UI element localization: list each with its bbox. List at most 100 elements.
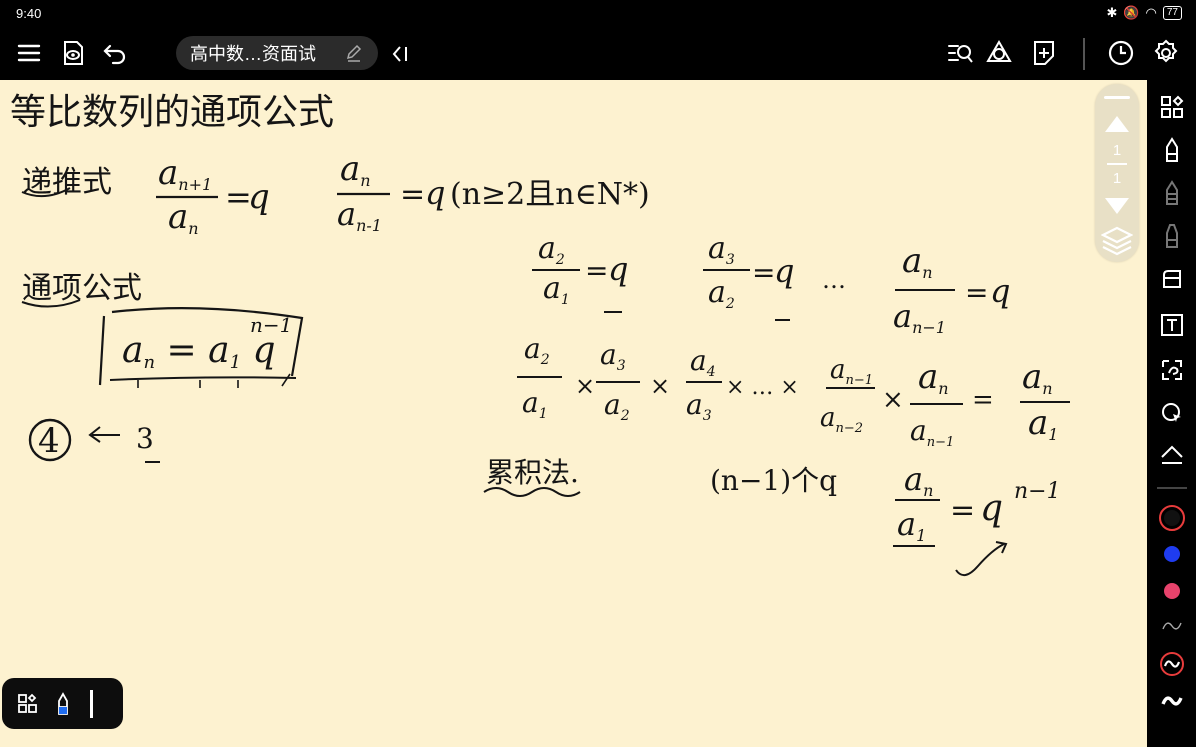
formula-q: q [990, 272, 1010, 310]
formula-part: an [340, 149, 371, 190]
note-canvas[interactable]: 等比数列的通项公式 递推式 an+1 an = q an an-1 = q (n… [0, 80, 1147, 747]
formula-part: × [575, 372, 595, 400]
formula-part: = [950, 493, 975, 528]
ratio-a3: a3 [708, 231, 735, 268]
product-term: an−1 [830, 355, 873, 388]
undo-icon[interactable] [98, 36, 132, 70]
product-term: a3 [686, 388, 712, 424]
formula-part: = [400, 177, 425, 212]
battery-icon: 77 [1162, 6, 1182, 20]
product-term: an−1 [910, 414, 954, 450]
collapse-icon[interactable] [388, 42, 412, 66]
product-term: an [918, 357, 949, 398]
final-exponent: n−1 [1014, 479, 1061, 504]
formula-part: = [965, 276, 988, 309]
product-term: an−2 [820, 403, 863, 436]
ratio-a1: a1 [543, 271, 570, 308]
current-page: 1 [1112, 142, 1122, 159]
color-pink[interactable] [1157, 576, 1187, 606]
ratio-a2: a2 [538, 231, 565, 268]
ellipsis-text: … [822, 266, 846, 294]
page-down-icon[interactable] [1103, 194, 1131, 218]
lasso-icon[interactable] [1157, 355, 1187, 385]
final-an: an [904, 460, 933, 500]
product-result: a1 [1028, 403, 1058, 444]
text-icon[interactable] [1157, 310, 1187, 340]
medium-stroke-icon[interactable] [1157, 649, 1187, 679]
product-term: a2 [524, 332, 550, 368]
sidebar-divider [1157, 487, 1187, 489]
ratio-an: an [902, 241, 933, 282]
formula-part: = [752, 256, 775, 289]
formula-q: q [980, 488, 1003, 529]
total-pages: 1 [1112, 170, 1122, 187]
top-toolbar: 高中数…资面试 [0, 28, 1196, 80]
color-blue[interactable] [1157, 539, 1187, 569]
settings-icon[interactable] [1149, 36, 1183, 70]
formula-part: × … × [726, 375, 799, 400]
pen-icon[interactable] [50, 690, 76, 716]
product-result: an [1022, 357, 1053, 398]
thin-stroke-icon[interactable] [1157, 611, 1187, 641]
formula-part: = [585, 254, 608, 287]
product-term: a4 [690, 344, 716, 380]
arrow-value: 3 [136, 422, 154, 455]
formula-q: q [248, 177, 270, 217]
product-term: a3 [600, 338, 626, 374]
eraser-icon[interactable] [1157, 264, 1187, 294]
handwritten-notes: 等比数列的通项公式 递推式 an+1 an = q an an-1 = q (n… [10, 92, 1070, 577]
note-title: 等比数列的通项公式 [10, 92, 334, 133]
count-note: (n−1)个q [710, 464, 837, 497]
toolbar-divider [1083, 38, 1085, 70]
cumulative-label: 累积法. [486, 456, 579, 489]
marker-icon[interactable] [1157, 221, 1187, 251]
search-list-icon[interactable] [943, 36, 977, 70]
shapes-icon[interactable] [982, 36, 1016, 70]
final-a1: a1 [897, 505, 926, 545]
status-icons: ✱ 🔕 ◠ 77 [1106, 5, 1182, 21]
drag-handle[interactable] [1104, 96, 1130, 99]
cursor-icon [90, 690, 93, 718]
formula-part: an+1 [158, 153, 212, 194]
read-mode-icon[interactable] [56, 36, 90, 70]
mini-tool-panel[interactable] [2, 678, 123, 729]
history-icon[interactable] [1104, 36, 1138, 70]
status-bar: 9:40 ✱ 🔕 ◠ 77 [0, 0, 1196, 28]
product-term: a1 [522, 386, 548, 422]
document-title: 高中数…资面试 [190, 44, 316, 64]
formula-part: an-1 [337, 195, 382, 235]
status-time: 9:40 [16, 6, 42, 21]
condition-text: (n≥2且n∈N*) [450, 177, 650, 212]
ratio-an-1: an−1 [893, 297, 946, 337]
document-title-pill[interactable]: 高中数…资面试 [176, 36, 378, 70]
circled-number: 4 [38, 421, 60, 461]
layers-icon[interactable] [1101, 224, 1133, 256]
general-term-label: 通项公式 [22, 271, 142, 306]
ratio-a2: a2 [708, 275, 735, 312]
pencil-icon[interactable] [1157, 178, 1187, 208]
thick-stroke-icon[interactable] [1157, 686, 1187, 716]
recursive-label: 递推式 [22, 165, 112, 200]
product-term: a2 [604, 388, 630, 424]
page-up-icon[interactable] [1103, 112, 1131, 136]
formula-part: × [882, 385, 904, 415]
layout-icon[interactable] [14, 690, 40, 716]
add-page-icon[interactable] [1027, 36, 1061, 70]
mute-icon: 🔕 [1123, 5, 1140, 20]
edit-icon[interactable] [344, 43, 364, 63]
menu-icon[interactable] [12, 36, 46, 70]
laser-icon[interactable] [1157, 398, 1187, 428]
formula-part: × [650, 372, 670, 400]
formula-part: = [972, 385, 994, 415]
formula-q: q [774, 252, 794, 290]
shape-icon[interactable] [1157, 441, 1187, 471]
exponent-text: n−1 [250, 313, 292, 337]
tool-sidebar [1147, 80, 1196, 747]
page-indicator[interactable]: 1 1 [1095, 84, 1139, 262]
pen-icon[interactable] [1157, 135, 1187, 165]
bluetooth-icon: ✱ [1106, 5, 1118, 20]
color-black[interactable] [1157, 503, 1187, 533]
layout-icon[interactable] [1157, 92, 1187, 122]
formula-q: q [608, 250, 628, 288]
formula-part: an [168, 197, 199, 238]
